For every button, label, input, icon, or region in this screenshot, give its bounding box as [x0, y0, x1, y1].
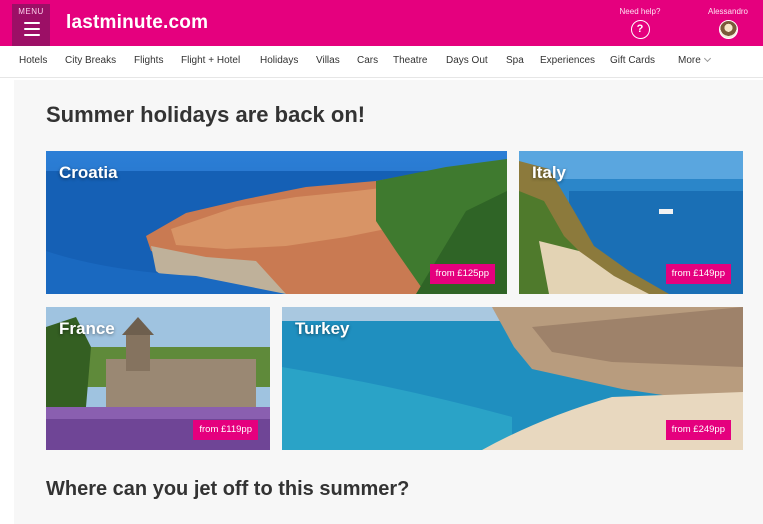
content-area: [14, 80, 763, 524]
nav-item-villas[interactable]: Villas: [316, 55, 340, 66]
help-button[interactable]: Need help? ?: [612, 7, 668, 39]
nav-item-experiences[interactable]: Experiences: [540, 55, 595, 66]
question-icon: ?: [630, 20, 650, 39]
nav-item-theatre[interactable]: Theatre: [393, 55, 427, 66]
nav-item-days-out[interactable]: Days Out: [446, 55, 488, 66]
nav-item-hotels[interactable]: Hotels: [19, 55, 47, 66]
nav-item-gift-cards[interactable]: Gift Cards: [610, 55, 655, 66]
account-button[interactable]: Alessandro: [696, 7, 760, 39]
nav-item-city-breaks[interactable]: City Breaks: [65, 55, 116, 66]
chevron-down-icon: [703, 54, 711, 63]
page-heading: Summer holidays are back on!: [46, 102, 366, 127]
section-heading: Where can you jet off to this summer?: [46, 478, 410, 500]
destination-name: France: [59, 319, 115, 338]
price-badge: from £249pp: [665, 420, 731, 440]
hamburger-icon: [24, 22, 40, 36]
nav-item-spa[interactable]: Spa: [506, 55, 524, 66]
nav-item-flight-hotel[interactable]: Flight + Hotel: [181, 55, 240, 66]
main-nav: Hotels City Breaks Flights Flight + Hote…: [0, 46, 763, 78]
price-badge: from £119pp: [193, 420, 258, 440]
top-bar: MENU lastminute.com Need help? ? Alessan…: [0, 0, 763, 46]
price-badge: from £149pp: [665, 264, 731, 284]
destination-card-turkey[interactable]: Turkey from £249pp: [282, 307, 743, 450]
nav-more-label: More: [678, 55, 701, 66]
nav-item-cars[interactable]: Cars: [357, 55, 378, 66]
destination-card-italy[interactable]: Italy from £149pp: [519, 151, 743, 294]
help-label: Need help?: [619, 7, 661, 16]
user-name: Alessandro: [707, 7, 749, 16]
price-badge: from £125pp: [429, 264, 495, 284]
nav-item-holidays[interactable]: Holidays: [260, 55, 298, 66]
destination-card-croatia[interactable]: Croatia from £125pp: [46, 151, 507, 294]
destination-card-france[interactable]: France from £119pp: [46, 307, 270, 450]
menu-button[interactable]: MENU: [12, 4, 50, 46]
menu-label: MENU: [18, 7, 44, 16]
destination-name: Croatia: [59, 163, 118, 182]
destination-name: Turkey: [295, 319, 350, 338]
destination-name: Italy: [532, 163, 567, 182]
nav-item-flights[interactable]: Flights: [134, 55, 163, 66]
avatar: [718, 20, 738, 39]
nav-item-more[interactable]: More: [678, 54, 711, 66]
logo[interactable]: lastminute.com: [66, 12, 208, 34]
